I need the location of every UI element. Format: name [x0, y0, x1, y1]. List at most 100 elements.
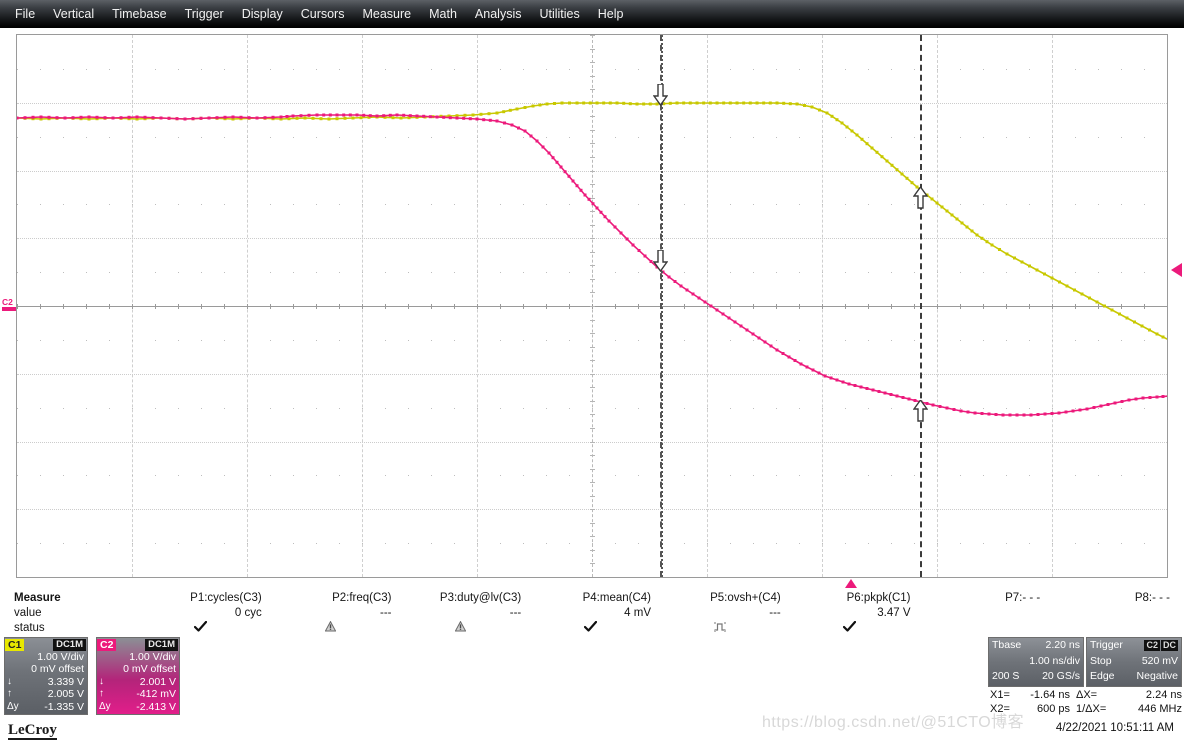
- trace-sample-dot: [709, 304, 713, 308]
- trace-sample-dot: [335, 117, 339, 121]
- cursor-x2-handle-c2[interactable]: [913, 399, 928, 422]
- trigger-position-marker[interactable]: [845, 579, 857, 588]
- trace-sample-dot: [1043, 412, 1047, 416]
- trigger-state[interactable]: Stop: [1090, 654, 1112, 670]
- trace-sample-dot: [945, 209, 949, 213]
- cursor-row-x2: X2= 600 ps 1/ΔX= 446 MHz: [990, 702, 1184, 716]
- trace-sample-dot: [803, 104, 806, 107]
- trace-sample-dot: [471, 113, 475, 117]
- channel-descriptor-c2[interactable]: C2 DC1M 1.00 V/div 0 mV offset ↓ 2.001 V…: [96, 637, 180, 715]
- cursor-x1[interactable]: [660, 35, 663, 577]
- trace-sample-dot: [1099, 404, 1103, 408]
- cursor-x2[interactable]: [920, 35, 922, 577]
- trigger-source[interactable]: C2: [1144, 640, 1160, 651]
- trigger-descriptor[interactable]: Trigger C2 DC Stop 520 mV Edge Negative: [1086, 637, 1182, 687]
- menu-item-math[interactable]: Math: [420, 4, 466, 24]
- trace-sample-dot: [135, 115, 139, 119]
- menu-item-timebase[interactable]: Timebase: [103, 4, 175, 24]
- trace-sample-dot: [955, 217, 959, 221]
- cursor-x1-handle-c2[interactable]: [653, 249, 668, 272]
- c2-scale[interactable]: 1.00 V/div: [97, 651, 179, 663]
- trigger-type[interactable]: Edge: [1090, 669, 1115, 685]
- c2-offset-marker[interactable]: C2: [2, 298, 16, 311]
- c1-scale[interactable]: 1.00 V/div: [5, 651, 87, 663]
- trace-sample-dot: [695, 101, 699, 105]
- c2-tag[interactable]: C2: [97, 638, 117, 651]
- measure-col-header-5[interactable]: P6:pkpk(C1): [785, 591, 915, 606]
- trigger-level[interactable]: 520 mV: [1142, 654, 1178, 670]
- grid-tick-x-50: [1167, 304, 1168, 309]
- trace-sample-dot: [853, 384, 857, 387]
- trace-sample-dot: [1058, 280, 1061, 284]
- measure-col-header-6[interactable]: P7:- - -: [915, 591, 1045, 606]
- trace-sample-dot: [567, 174, 571, 178]
- trace-sample-dot: [715, 101, 719, 105]
- trace-sample-dot: [721, 312, 725, 316]
- timebase-descriptor[interactable]: Tbase 2.20 ns 1.00 ns/div 200 S 20 GS/s: [988, 637, 1084, 687]
- channel-descriptor-c1[interactable]: C1 DC1M 1.00 V/div 0 mV offset ↓ 3.339 V…: [4, 637, 88, 715]
- c1-delta-row: Δy -1.335 V: [5, 701, 87, 713]
- trace-sample-dot: [648, 102, 652, 106]
- cursor-x2-handle-c1[interactable]: [913, 187, 928, 210]
- trace-sample-dot: [768, 101, 772, 105]
- menu-item-measure[interactable]: Measure: [353, 4, 420, 24]
- c1-offset[interactable]: 0 mV offset: [5, 663, 87, 675]
- menu-item-cursors[interactable]: Cursors: [292, 4, 354, 24]
- c2-right-edge-marker[interactable]: [1171, 263, 1182, 277]
- trigger-slope[interactable]: Negative: [1137, 669, 1178, 685]
- trace-sample-dot: [368, 114, 372, 118]
- trace-sample-dot: [966, 410, 970, 414]
- measure-col-header-4[interactable]: P5:ovsh+(C4): [655, 591, 785, 606]
- trace-sample-dot: [727, 316, 731, 320]
- measure-col-header-3[interactable]: P4:mean(C4): [525, 591, 655, 606]
- trace-sample-dot: [642, 102, 646, 106]
- trigger-coupling[interactable]: DC: [1161, 640, 1178, 651]
- measure-col-header-7[interactable]: P8:- - -: [1044, 591, 1174, 606]
- trace-sample-dot: [1161, 395, 1165, 398]
- timebase-sample-row: 200 S 20 GS/s: [989, 669, 1083, 685]
- measure-col-header-1[interactable]: P2:freq(C3): [266, 591, 396, 606]
- c1-tag[interactable]: C1: [5, 638, 25, 651]
- menu-item-analysis[interactable]: Analysis: [466, 4, 531, 24]
- menu-item-utilities[interactable]: Utilities: [530, 4, 588, 24]
- menu-item-display[interactable]: Display: [233, 4, 292, 24]
- trace-sample-dot: [583, 193, 587, 197]
- c2-offset[interactable]: 0 mV offset: [97, 663, 179, 675]
- measure-grid: Measure P1:cycles(C3) P2:freq(C3) P3:dut…: [10, 591, 1174, 636]
- menu-item-file[interactable]: File: [6, 4, 44, 24]
- cursor-x1-handle-c1[interactable]: [653, 83, 668, 106]
- menu-item-trigger[interactable]: Trigger: [176, 4, 233, 24]
- timebase-delay[interactable]: 2.20 ns: [1046, 638, 1080, 654]
- status-icon-p3: [400, 620, 522, 635]
- trace-sample-dot: [935, 201, 939, 205]
- trace-line-c2: [17, 114, 1167, 416]
- c2-delta-value: -2.413 V: [136, 700, 176, 713]
- trace-sample-dot: [602, 101, 606, 105]
- trigger-state-row: Stop 520 mV: [1087, 654, 1181, 670]
- trace-sample-dot: [1008, 413, 1012, 417]
- measure-col-header-0[interactable]: P1:cycles(C3): [136, 591, 266, 606]
- trace-sample-dot: [1141, 396, 1145, 400]
- timebase-scale[interactable]: 1.00 ns/div: [1029, 654, 1080, 670]
- trace-sample-dot: [1071, 409, 1075, 413]
- trace-sample-dot: [23, 116, 27, 120]
- trace-sample-dot: [475, 117, 479, 121]
- trace-sample-dot: [435, 115, 439, 119]
- c2-delta-row: Δy -2.413 V: [97, 701, 179, 713]
- trace-sample-dot: [755, 101, 759, 105]
- trace-sample-dot: [950, 213, 954, 217]
- c1-coupling[interactable]: DC1M: [53, 638, 86, 651]
- c2-coupling[interactable]: DC1M: [145, 638, 178, 651]
- c2-delta-label: Δy: [99, 700, 111, 712]
- trace-sample-dot: [255, 116, 259, 120]
- waveform-graticule[interactable]: [16, 34, 1168, 578]
- trace-sample-dot: [940, 205, 944, 209]
- menu-item-vertical[interactable]: Vertical: [44, 4, 103, 24]
- trace-sample-dot: [1092, 406, 1096, 409]
- measure-value-1: ---: [380, 607, 392, 619]
- measure-status-label: status: [14, 622, 45, 634]
- trace-sample-dot: [900, 172, 904, 176]
- c2-cursor-up-value: -412 mV: [136, 688, 176, 701]
- measure-col-header-2[interactable]: P3:duty@lv(C3): [396, 591, 526, 606]
- menu-item-help[interactable]: Help: [589, 4, 633, 24]
